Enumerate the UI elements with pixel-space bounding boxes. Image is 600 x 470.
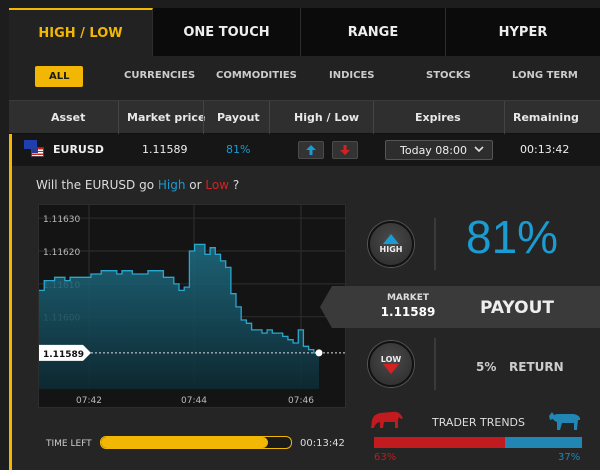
question-high: High bbox=[157, 178, 186, 192]
payout-percent: 81% bbox=[466, 211, 559, 263]
y-tick-label: 1.11630 bbox=[43, 215, 80, 225]
expires-value: Today 08:00 bbox=[400, 143, 468, 157]
row-low-button[interactable] bbox=[332, 141, 358, 159]
row-payout: 81% bbox=[226, 143, 251, 156]
price-chart-svg: 1.116301.116201.116101.1160007:4207:4407… bbox=[39, 205, 345, 406]
arrow-down-icon bbox=[383, 364, 399, 374]
price-chart: 1.116301.116201.116101.1160007:4207:4407… bbox=[38, 204, 346, 408]
time-left-fill bbox=[101, 437, 269, 448]
header-payout: Payout bbox=[217, 111, 260, 124]
time-left-label: TIME LEFT bbox=[46, 439, 92, 449]
table-row[interactable]: EURUSD 1.11589 81% Today 08:00 00:13:42 bbox=[9, 134, 600, 166]
high-button[interactable]: HIGH bbox=[368, 221, 414, 267]
x-tick-label: 07:46 bbox=[288, 396, 314, 406]
arrow-down-icon bbox=[340, 145, 350, 155]
x-tick-label: 07:42 bbox=[76, 396, 102, 406]
header-market-price: Market price bbox=[127, 111, 206, 124]
x-tick-label: 07:44 bbox=[181, 396, 207, 406]
header-remaining: Remaining bbox=[513, 111, 579, 124]
current-price-dot bbox=[315, 349, 323, 357]
bull-fill bbox=[505, 437, 582, 448]
time-left-value: 00:13:42 bbox=[300, 438, 345, 449]
expires-select[interactable]: Today 08:00 bbox=[385, 140, 493, 160]
divider bbox=[434, 218, 436, 270]
bear-icon bbox=[371, 411, 403, 428]
question-low: Low bbox=[205, 178, 229, 192]
payout-bar: MARKET 1.11589 PAYOUT bbox=[320, 286, 600, 328]
tab-hyper[interactable]: HYPER bbox=[446, 8, 600, 56]
high-button-label: HIGH bbox=[379, 245, 403, 254]
chevron-down-icon bbox=[474, 146, 484, 153]
arrow-up-icon bbox=[383, 234, 399, 244]
y-tick-label: 1.11620 bbox=[43, 248, 80, 258]
tab-one-touch[interactable]: ONE TOUCH bbox=[153, 8, 301, 56]
filter-long-term[interactable]: LONG TERM bbox=[512, 70, 578, 81]
bear-fill bbox=[374, 437, 506, 448]
product-tabs: HIGH / LOW ONE TOUCH RANGE HYPER bbox=[9, 8, 600, 56]
payout-label: PAYOUT bbox=[480, 298, 554, 318]
question-prefix: Will the EURUSD go bbox=[36, 178, 158, 192]
market-label: MARKET bbox=[386, 293, 430, 303]
header-high-low: High / Low bbox=[294, 111, 360, 124]
eur-usd-flag-icon bbox=[24, 140, 46, 160]
remaining-time: 00:13:42 bbox=[520, 143, 570, 156]
trade-question: Will the EURUSD go High or Low ? bbox=[36, 178, 239, 192]
current-price-label: 1.11589 bbox=[43, 350, 84, 360]
tab-range[interactable]: RANGE bbox=[301, 8, 446, 56]
bull-icon bbox=[549, 412, 580, 430]
table-header: Asset Market price Payout High / Low Exp… bbox=[9, 100, 600, 135]
filter-commodities[interactable]: COMMODITIES bbox=[216, 70, 297, 81]
bull-percent: 37% bbox=[558, 452, 581, 463]
asset-name: EURUSD bbox=[53, 143, 104, 156]
question-suffix: ? bbox=[229, 178, 240, 192]
filter-currencies[interactable]: CURRENCIES bbox=[124, 70, 195, 81]
filter-indices[interactable]: INDICES bbox=[329, 70, 374, 81]
trader-trends-bar bbox=[374, 437, 582, 448]
return-label: RETURN bbox=[509, 360, 564, 374]
market-value: 1.11589 bbox=[380, 305, 436, 319]
trade-panel: Will the EURUSD go High or Low ? 1.11630… bbox=[9, 166, 600, 470]
filter-stocks[interactable]: STOCKS bbox=[426, 70, 471, 81]
low-button-label: LOW bbox=[380, 355, 402, 364]
bear-percent: 63% bbox=[374, 452, 397, 463]
header-expires: Expires bbox=[415, 111, 461, 124]
asset-filters: ALL CURRENCIES COMMODITIES INDICES STOCK… bbox=[9, 56, 600, 100]
header-asset: Asset bbox=[51, 111, 86, 124]
time-left-bar bbox=[100, 436, 292, 449]
tab-high-low[interactable]: HIGH / LOW bbox=[9, 8, 153, 56]
question-or: or bbox=[185, 178, 206, 192]
row-high-button[interactable] bbox=[298, 141, 324, 159]
low-button[interactable]: LOW bbox=[368, 341, 414, 387]
filter-all[interactable]: ALL bbox=[35, 66, 84, 87]
divider bbox=[434, 338, 436, 390]
trader-trends-label: TRADER TRENDS bbox=[432, 416, 525, 429]
market-price: 1.11589 bbox=[142, 143, 188, 156]
return-percent: 5% bbox=[476, 360, 497, 374]
arrow-up-icon bbox=[306, 145, 316, 155]
